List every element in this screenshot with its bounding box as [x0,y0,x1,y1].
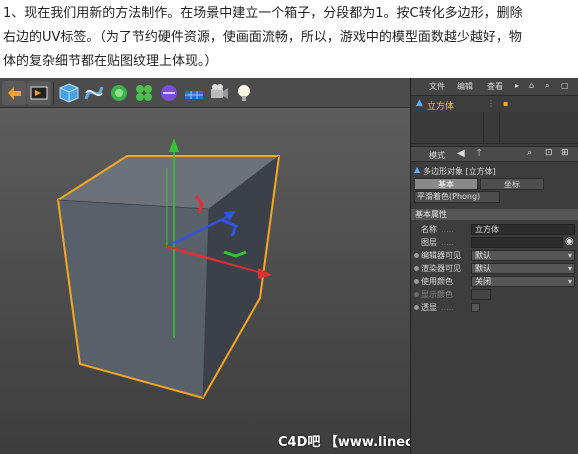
use-color-select[interactable]: 关闭 [471,276,575,287]
main-toolbar [0,78,410,108]
property-layer: 图层 ..... ◉ [411,236,578,248]
home-icon[interactable]: ⌂ [529,81,534,90]
transparent-checkbox[interactable] [471,303,480,312]
property-editor-visible: 编辑器可见 默认 [411,250,578,261]
polygon-object-icon: ▲ [414,165,421,174]
gizmo-x-arrow [258,268,272,279]
gizmo-y-arrow [169,138,179,152]
name-label: 名称 [421,225,437,234]
layer-label: 图层 [421,238,437,247]
render-visible-label: 渲染器可见 [421,264,461,273]
use-color-label: 使用颜色 [421,277,453,286]
lock-icon[interactable]: ⊡ [545,148,553,158]
property-transparent: 透显 ..... [411,302,578,313]
viewport-scene [56,138,281,400]
search-icon[interactable]: ⌕ [545,81,549,91]
spline-icon[interactable] [82,81,106,105]
label-leader-dots: ..... [441,225,454,234]
display-color-swatch[interactable] [471,289,491,300]
property-render-visible: 渲染器可见 默认 [411,263,578,274]
floor-icon[interactable] [182,81,206,105]
article-line-3: 体的复杂细节都在贴图纹理上体现。） [3,54,218,69]
attribute-manager-bar: 模式 ◀ ↑ ⌕ ⊡ ⊞ [411,146,578,162]
article-line-1: 1、现在我们用新的方法制作。在场景中建立一个箱子，分段都为1。按C转化多边形，删… [3,6,523,21]
section-title: 基本属性 [411,209,578,220]
name-input[interactable]: 立方体 [471,224,575,235]
visibility-dots-icon[interactable]: ⋮ [487,99,495,108]
right-panel: 文件 编辑 查看 ▸ ⌂ ⌕ ▢ ▲ 立方体 ⋮ ▪ 模式 ◀ ↑ ⌕ ⊡ ⊞ … [410,78,578,454]
deformer-icon[interactable] [157,81,181,105]
display-color-label: 显示颜色 [421,290,453,299]
menu-edit[interactable]: 编辑 [457,81,473,92]
render-visible-select[interactable]: 默认 [471,263,575,274]
animate-dot-icon[interactable] [414,279,419,284]
animate-dot-icon[interactable] [414,266,419,271]
polygon-object-icon: ▲ [416,98,423,108]
new-panel-icon[interactable]: ⊞ [561,148,569,158]
layer-picker-icon[interactable]: ◉ [565,236,574,247]
cube-front-face [58,200,209,398]
editor-visible-label: 编辑器可见 [421,251,461,260]
up-arrow-icon[interactable]: ↑ [475,148,483,159]
attribute-tabs: 基本 坐标 [414,178,548,190]
cube-primitive-icon[interactable] [57,81,81,105]
c4d-screenshot: C4D吧 【www.linecg.com/tieba/1799】 文件 编辑 查… [0,78,578,454]
article-text: 1、现在我们用新的方法制作。在场景中建立一个箱子，分段都为1。按C转化多边形，删… [0,0,578,78]
animate-dot-icon[interactable] [414,253,419,258]
camera-icon[interactable] [207,81,231,105]
search-icon[interactable]: ⌕ [527,148,532,158]
toolbar-divider [53,82,54,104]
menu-more-icon[interactable]: ▸ [515,81,519,90]
object-info: 多边形对象 [立方体] [423,167,496,176]
mode-menu[interactable]: 模式 [429,150,445,161]
tab-basic[interactable]: 基本 [414,178,478,190]
light-icon[interactable] [232,81,256,105]
back-arrow-icon[interactable]: ◀ [457,148,465,159]
undo-icon[interactable] [2,81,26,105]
animate-dot-icon[interactable] [414,305,419,310]
lock-icon[interactable]: ▢ [561,81,569,90]
object-name[interactable]: 立方体 [427,99,454,112]
label-leader-dots: ..... [441,303,454,312]
object-row-cube[interactable]: ▲ 立方体 ⋮ ▪ [411,98,578,112]
property-use-color: 使用颜色 关闭 [411,276,578,287]
property-name: 名称 ..... 立方体 [411,224,578,235]
tree-column-divider [499,112,500,144]
tree-column-divider [483,112,484,144]
property-display-color: 显示颜色 [411,289,578,300]
menu-file[interactable]: 文件 [429,81,445,92]
layer-input[interactable] [471,237,563,248]
editor-visible-select[interactable]: 默认 [471,250,575,261]
array-icon[interactable] [132,81,156,105]
label-leader-dots: ..... [441,238,454,247]
object-tree-area[interactable] [411,112,578,144]
tag-icon[interactable]: ▪ [503,99,508,108]
article-line-2: 右边的UV标签。（为了节约硬件资源，使画面流畅，所以，游戏中的模型面数越少越好，… [3,30,522,45]
tab-coordinates[interactable]: 坐标 [480,178,544,190]
menu-view[interactable]: 查看 [487,81,503,92]
transparent-label: 透显 [421,303,437,312]
object-manager-menu: 文件 编辑 查看 ▸ ⌂ ⌕ ▢ [411,78,578,96]
animate-dot-icon[interactable] [414,292,419,297]
render-region-icon[interactable] [27,81,51,105]
nurbs-icon[interactable] [107,81,131,105]
3d-viewport[interactable]: C4D吧 【www.linecg.com/tieba/1799】 [0,108,553,454]
tab-phong[interactable]: 平滑着色(Phong) [414,191,500,203]
